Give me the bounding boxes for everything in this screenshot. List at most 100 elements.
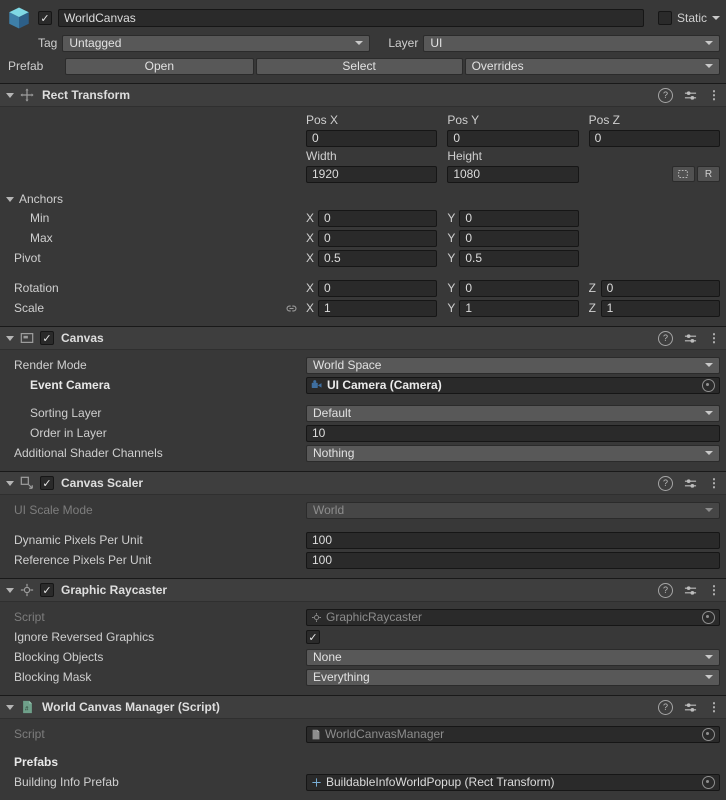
reference-ppu-field[interactable]: 100 bbox=[306, 551, 720, 569]
blocking-mask-dropdown[interactable]: Everything bbox=[306, 668, 720, 686]
camera-icon bbox=[311, 379, 323, 391]
dropdown-arrow-icon bbox=[705, 64, 713, 68]
menu-icon[interactable]: ⋮ bbox=[708, 584, 720, 596]
foldout-icon[interactable] bbox=[6, 704, 14, 710]
presets-icon[interactable] bbox=[684, 477, 697, 490]
blueprint-mode-button[interactable] bbox=[671, 166, 695, 182]
event-camera-field[interactable]: UI Camera (Camera) bbox=[306, 376, 720, 394]
static-toggle[interactable]: Static bbox=[657, 11, 720, 25]
sorting-layer-value: Default bbox=[313, 406, 352, 420]
graphic-raycaster-header[interactable]: Graphic Raycaster ? ⋮ bbox=[0, 578, 726, 602]
height-field[interactable]: 1080 bbox=[447, 165, 579, 183]
dropdown-arrow-icon bbox=[705, 411, 713, 415]
shader-channels-label: Additional Shader Channels bbox=[14, 446, 163, 460]
canvas-header[interactable]: Canvas ? ⋮ bbox=[0, 326, 726, 350]
help-icon[interactable]: ? bbox=[658, 475, 673, 491]
rect-transform-icon bbox=[19, 87, 35, 103]
ui-scale-mode-label: UI Scale Mode bbox=[14, 503, 93, 517]
foldout-icon[interactable] bbox=[6, 196, 14, 202]
anchors-foldout[interactable]: Anchors bbox=[0, 190, 726, 208]
presets-icon[interactable] bbox=[684, 701, 697, 714]
size-fields-row: 1920 1080 R bbox=[0, 164, 726, 184]
pivot-y-field[interactable]: 0.5 bbox=[459, 249, 579, 267]
scale-y-field[interactable]: 1 bbox=[459, 299, 579, 317]
object-picker-icon[interactable] bbox=[702, 378, 715, 392]
prefab-select-button[interactable]: Select bbox=[255, 57, 463, 75]
script-row: Script WorldCanvasManager bbox=[0, 724, 726, 744]
script-file-icon: # bbox=[19, 699, 35, 715]
anchor-max-y-field[interactable]: 0 bbox=[459, 229, 579, 247]
ui-scale-mode-value: World bbox=[313, 503, 345, 517]
menu-icon[interactable]: ⋮ bbox=[708, 89, 720, 101]
prefab-overrides-dropdown[interactable]: Overrides bbox=[464, 57, 720, 75]
gameobject-header: WorldCanvas Static Tag Untagged Layer UI… bbox=[0, 0, 726, 83]
gameobject-active-checkbox[interactable] bbox=[38, 11, 52, 25]
static-dropdown-arrow-icon[interactable] bbox=[712, 16, 720, 20]
graphic-raycaster-enabled-checkbox[interactable] bbox=[40, 583, 54, 597]
static-checkbox[interactable] bbox=[657, 11, 672, 25]
world-canvas-manager-header[interactable]: # World Canvas Manager (Script) ? ⋮ bbox=[0, 695, 726, 719]
shader-channels-dropdown[interactable]: Nothing bbox=[306, 444, 720, 462]
foldout-icon[interactable] bbox=[6, 480, 14, 486]
rotation-y-field[interactable]: 0 bbox=[459, 279, 579, 297]
tag-dropdown[interactable]: Untagged bbox=[62, 34, 371, 52]
height-label: Height bbox=[447, 149, 483, 163]
pos-z-field[interactable]: 0 bbox=[588, 129, 720, 147]
render-mode-dropdown[interactable]: World Space bbox=[306, 356, 720, 374]
object-picker-icon[interactable] bbox=[702, 727, 715, 741]
pos-x-field[interactable]: 0 bbox=[306, 129, 438, 147]
blocking-objects-dropdown[interactable]: None bbox=[306, 648, 720, 666]
width-field[interactable]: 1920 bbox=[306, 165, 438, 183]
blocking-mask-row: Blocking Mask Everything bbox=[0, 667, 726, 687]
render-mode-row: Render Mode World Space bbox=[0, 355, 726, 375]
menu-icon[interactable]: ⋮ bbox=[708, 477, 720, 489]
scale-z-field[interactable]: 1 bbox=[600, 299, 720, 317]
y-axis-label: Y bbox=[447, 251, 456, 265]
canvas-body: Render Mode World Space Event Camera UI … bbox=[0, 350, 726, 471]
canvas-enabled-checkbox[interactable] bbox=[40, 331, 54, 345]
pivot-x-field[interactable]: 0.5 bbox=[318, 249, 438, 267]
link-scale-icon[interactable] bbox=[285, 302, 298, 315]
prefabs-section-label: Prefabs bbox=[14, 755, 59, 769]
help-icon[interactable]: ? bbox=[658, 330, 673, 346]
help-icon[interactable]: ? bbox=[658, 582, 673, 598]
script-field: WorldCanvasManager bbox=[306, 725, 720, 743]
anchor-min-x-field[interactable]: 0 bbox=[318, 209, 438, 227]
pivot-row: Pivot X 0.5 Y 0.5 bbox=[0, 248, 726, 268]
menu-icon[interactable]: ⋮ bbox=[708, 701, 720, 713]
raw-edit-mode-button[interactable]: R bbox=[696, 166, 720, 182]
foldout-icon[interactable] bbox=[6, 587, 14, 593]
sorting-layer-dropdown[interactable]: Default bbox=[306, 404, 720, 422]
dynamic-ppu-field[interactable]: 100 bbox=[306, 531, 720, 549]
presets-icon[interactable] bbox=[684, 332, 697, 345]
help-icon[interactable]: ? bbox=[658, 87, 673, 103]
order-in-layer-field[interactable]: 10 bbox=[306, 424, 720, 442]
foldout-icon[interactable] bbox=[6, 335, 14, 341]
help-icon[interactable]: ? bbox=[658, 699, 673, 715]
dropdown-arrow-icon bbox=[705, 655, 713, 659]
menu-icon[interactable]: ⋮ bbox=[708, 332, 720, 344]
object-picker-icon[interactable] bbox=[702, 610, 715, 624]
pos-y-field[interactable]: 0 bbox=[447, 129, 579, 147]
rect-transform-header[interactable]: Rect Transform ? ⋮ bbox=[0, 83, 726, 107]
layer-dropdown[interactable]: UI bbox=[423, 34, 720, 52]
anchor-min-y-field[interactable]: 0 bbox=[459, 209, 579, 227]
gameobject-name-field[interactable]: WorldCanvas bbox=[58, 9, 644, 27]
canvas-scaler-header[interactable]: Canvas Scaler ? ⋮ bbox=[0, 471, 726, 495]
building-info-prefab-field[interactable]: BuildableInfoWorldPopup (Rect Transform) bbox=[306, 773, 720, 791]
rotation-x-field[interactable]: 0 bbox=[318, 279, 438, 297]
canvas-scaler-enabled-checkbox[interactable] bbox=[40, 476, 54, 490]
dropdown-arrow-icon bbox=[705, 675, 713, 679]
object-picker-icon[interactable] bbox=[702, 775, 715, 789]
prefab-open-button[interactable]: Open bbox=[65, 57, 254, 75]
presets-icon[interactable] bbox=[684, 584, 697, 597]
anchor-max-x-field[interactable]: 0 bbox=[318, 229, 438, 247]
scale-x-field[interactable]: 1 bbox=[318, 299, 438, 317]
foldout-icon[interactable] bbox=[6, 92, 14, 98]
presets-icon[interactable] bbox=[684, 89, 697, 102]
anchor-max-label: Max bbox=[30, 231, 53, 245]
rotation-z-field[interactable]: 0 bbox=[600, 279, 720, 297]
anchor-min-row: Min X0 Y0 bbox=[0, 208, 726, 228]
event-camera-value: UI Camera (Camera) bbox=[327, 378, 442, 392]
ignore-reversed-checkbox[interactable] bbox=[306, 630, 320, 644]
